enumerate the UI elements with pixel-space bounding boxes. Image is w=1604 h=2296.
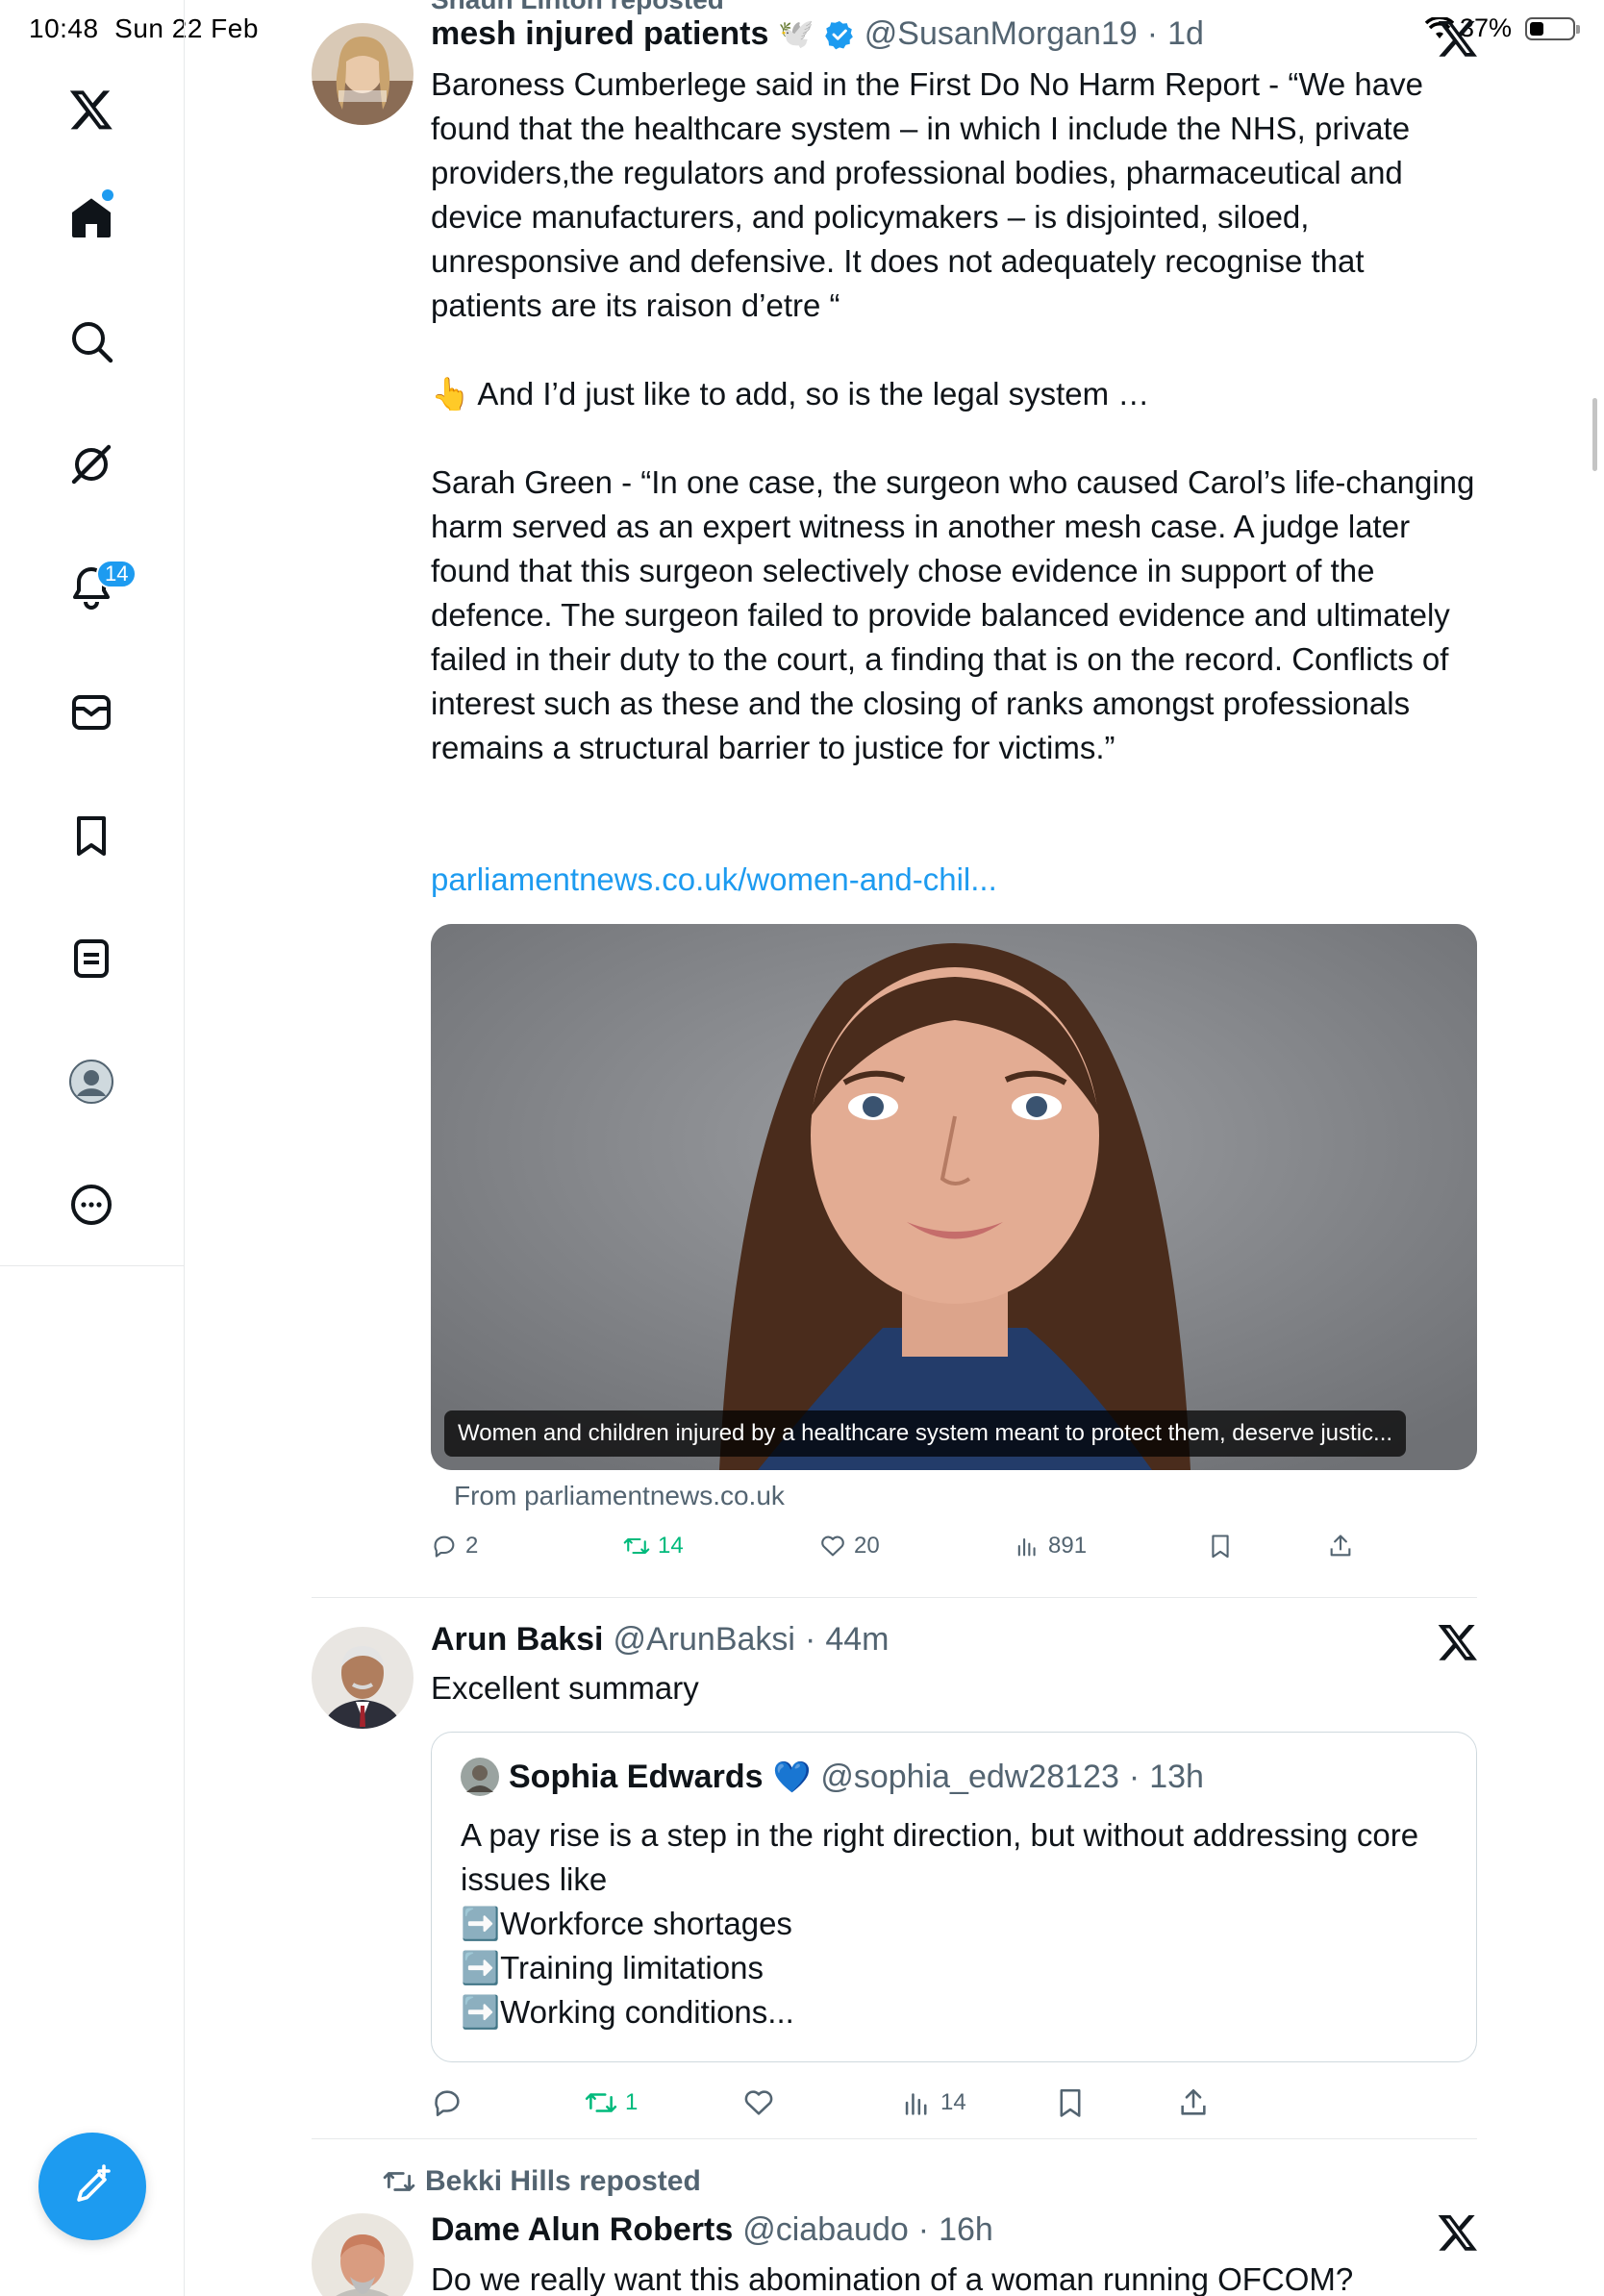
x-logo-icon[interactable] [63,82,119,137]
heart-icon [744,2090,773,2115]
grok-icon[interactable] [63,437,119,492]
link-card-image[interactable]: Women and children injured by a healthca… [431,924,1477,1470]
retweet-icon [585,2093,617,2112]
quote-tweet[interactable]: Sophia Edwards 💙 @sophia_edw28123 · 13h … [431,1732,1477,2062]
card-caption: Women and children injured by a healthca… [444,1410,1407,1457]
reply-button[interactable] [431,2086,464,2119]
display-name[interactable]: Arun Baksi [431,1621,604,1659]
share-icon [1330,1535,1351,1557]
share-icon [1181,2088,1206,2115]
dot-separator: · [1128,1758,1140,1795]
reply-count: 2 [465,1533,479,1559]
handle: @sophia_edw28123 [820,1758,1119,1795]
heart-icon [821,1535,844,1557]
compose-icon [77,2164,111,2202]
notifications-badge: 14 [96,560,138,588]
views-icon [905,2093,927,2115]
views-icon [1017,1537,1036,1557]
retweet-button[interactable]: 14 [623,1533,684,1560]
handle[interactable]: @ciabaudo [742,2211,909,2249]
dot-separator: · [917,2211,930,2248]
tweet-text: Baroness Cumberlege said in the First Do… [431,66,1475,765]
reply-icon [435,2090,460,2117]
avatar[interactable] [312,1627,414,1729]
dot-separator: · [1146,15,1159,52]
search-icon[interactable] [63,313,119,369]
card-source[interactable]: From parliamentnews.co.uk [454,1481,785,1511]
tweet-header: Arun Baksi @ArunBaksi · 44m [431,1621,889,1659]
like-button[interactable] [742,2086,775,2119]
repost-text[interactable]: Bekki Hills reposted [425,2165,701,2198]
sidebar: 14 [0,0,185,2296]
timestamp: 13h [1149,1758,1204,1795]
retweet-count: 1 [625,2089,639,2115]
timestamp[interactable]: 16h [939,2211,993,2249]
display-name[interactable]: Dame Alun Roberts [431,2211,733,2249]
x-grok-icon[interactable] [1437,17,1479,60]
bookmark-button[interactable] [1054,2086,1087,2119]
timestamp[interactable]: 1d [1167,15,1204,53]
scrollbar-thumb[interactable] [1592,398,1597,471]
heart-emoji: 💙 [772,1759,812,1794]
verified-badge-icon [824,20,853,49]
x-grok-icon[interactable] [1437,2211,1479,2254]
retweet-icon [623,1537,650,1555]
tweet-header: mesh injured patients 🕊️ @SusanMorgan19 … [431,15,1204,53]
dot-separator: · [804,1621,816,1658]
bookmark-button[interactable] [1207,1533,1234,1560]
retweet-count: 14 [658,1533,684,1559]
more-icon[interactable] [63,1177,119,1233]
timestamp[interactable]: 44m [825,1621,889,1659]
quote-text: A pay rise is a step in the right direct… [461,1817,1419,2030]
bookmark-icon [1212,1535,1229,1559]
avatar[interactable] [312,23,414,125]
tweet-text: Do we really want this abomination of a … [431,2261,1354,2296]
compose-button[interactable] [38,2133,146,2240]
tweet-text: Excellent summary [431,1670,699,1706]
views-button[interactable]: 14 [900,2086,966,2119]
quote-header: Sophia Edwards 💙 @sophia_edw28123 · 13h [461,1758,1204,1796]
home-unread-dot [102,189,113,201]
dove-emoji: 🕊️ [778,18,815,50]
avatar[interactable] [312,2213,414,2296]
repost-label: Bekki Hills reposted [383,2165,701,2198]
like-count: 20 [854,1533,880,1559]
retweet-button[interactable]: 1 [585,2086,638,2119]
messages-icon[interactable] [63,685,119,740]
battery-icon [1525,16,1580,40]
article-link[interactable]: parliamentnews.co.uk/women-and-chil... [431,861,997,898]
sidebar-divider [0,1265,185,1266]
display-name: Sophia Edwards [509,1758,764,1795]
lists-icon[interactable] [63,931,119,986]
handle[interactable]: @SusanMorgan19 [865,15,1138,53]
views-button[interactable]: 891 [1014,1533,1087,1560]
views-count: 14 [940,2089,966,2115]
avatar[interactable] [461,1758,499,1796]
share-button[interactable] [1177,2086,1210,2119]
tweet-divider [312,2138,1477,2139]
repost-icon [383,2172,415,2191]
reply-icon [434,1535,455,1558]
tweet-divider [312,1597,1477,1598]
reply-button[interactable]: 2 [431,1533,478,1560]
views-count: 891 [1048,1533,1088,1559]
share-button[interactable] [1327,1533,1354,1560]
display-name[interactable]: mesh injured patients [431,15,768,53]
handle[interactable]: @ArunBaksi [614,1621,795,1659]
like-button[interactable]: 20 [819,1533,880,1560]
bookmark-icon [1060,2088,1081,2117]
profile-icon[interactable] [63,1054,119,1110]
x-grok-icon[interactable] [1437,1621,1479,1663]
tweet-header: Dame Alun Roberts @ciabaudo · 16h [431,2211,993,2249]
bookmarks-icon[interactable] [63,808,119,863]
repost-label: Shaun Linton reposted [431,0,724,15]
